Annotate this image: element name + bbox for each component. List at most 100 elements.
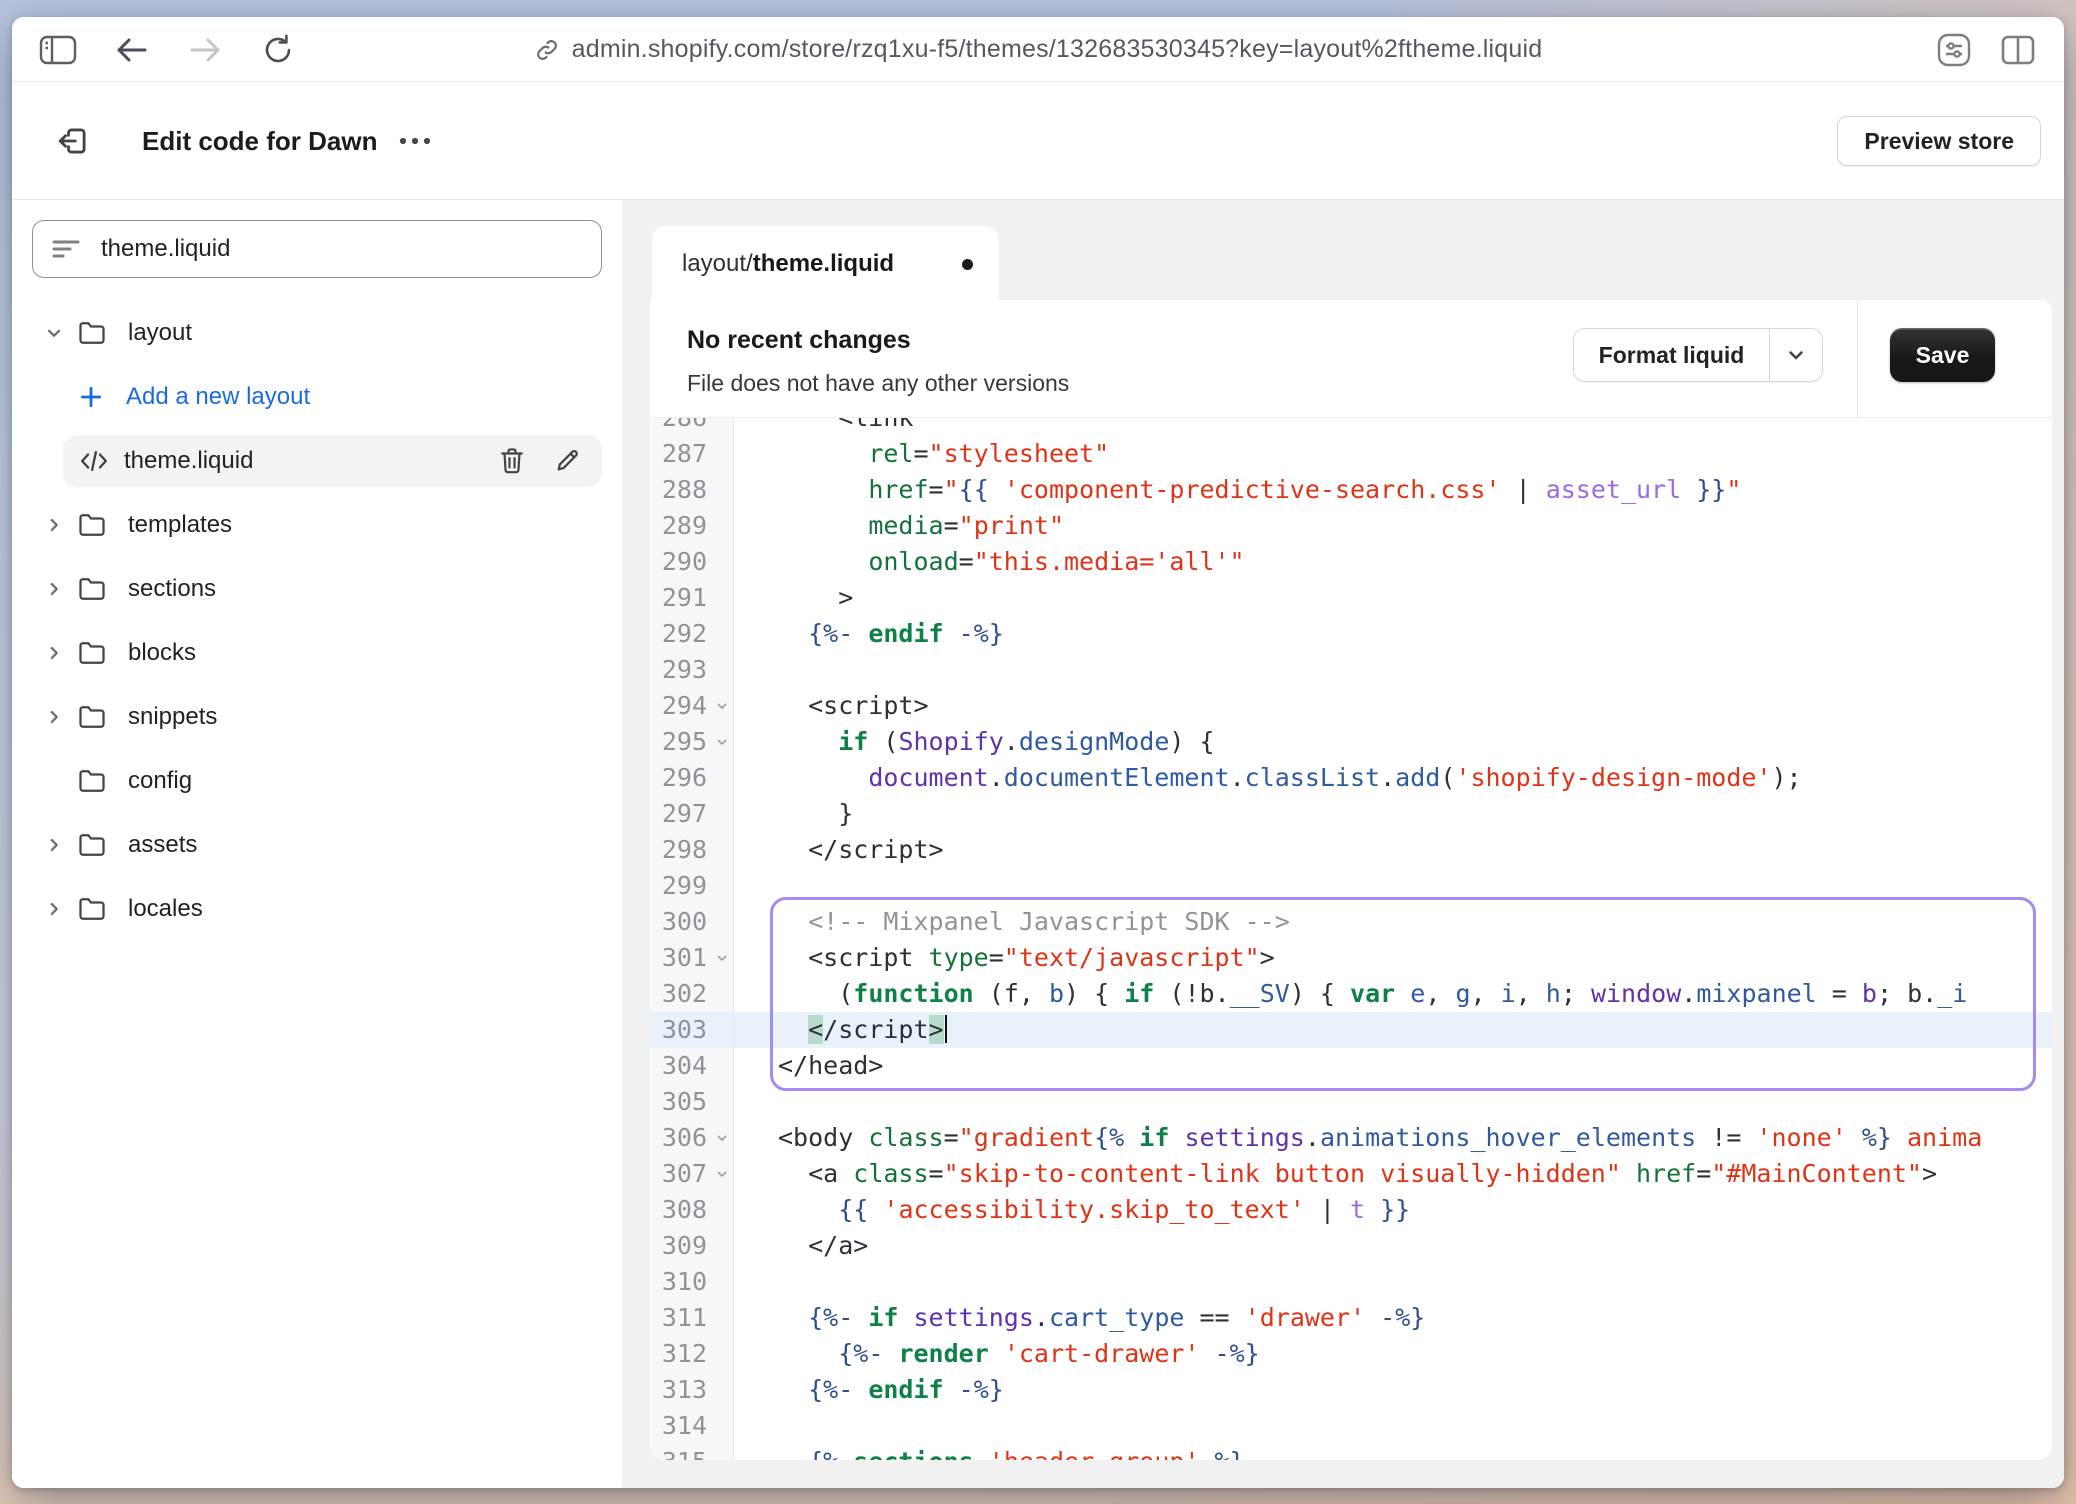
split-view-icon[interactable] <box>1998 17 2038 82</box>
url-text[interactable]: admin.shopify.com/store/rzq1xu-f5/themes… <box>572 35 1543 64</box>
code-text[interactable]: <body class="gradient{% if settings.anim… <box>734 1120 2052 1156</box>
code-text[interactable]: <script> <box>734 688 2052 724</box>
file-search-input[interactable]: theme.liquid <box>32 220 602 278</box>
code-line[interactable]: 304</head> <box>650 1048 2052 1084</box>
code-text[interactable]: (function (f, b) { if (!b.__SV) { var e,… <box>734 976 2052 1012</box>
preview-store-button[interactable]: Preview store <box>1837 116 2041 166</box>
code-line[interactable]: 290 onload="this.media='all'" <box>650 544 2052 580</box>
code-line[interactable]: 289 media="print" <box>650 508 2052 544</box>
code-text[interactable]: {%- endif -%} <box>734 616 2052 652</box>
chevron-right-icon[interactable] <box>42 578 66 600</box>
code-line[interactable]: 313 {%- endif -%} <box>650 1372 2052 1408</box>
code-line[interactable]: 314 <box>650 1408 2052 1444</box>
code-text[interactable]: {%- if settings.cart_type == 'drawer' -%… <box>734 1300 2052 1336</box>
fold-chevron-icon[interactable] <box>714 734 730 750</box>
rename-file-icon[interactable] <box>554 446 582 476</box>
code-text[interactable]: </script> <box>734 832 2052 868</box>
code-line[interactable]: 295 if (Shopify.designMode) { <box>650 724 2052 760</box>
sidebar-item-config[interactable]: config <box>32 749 602 813</box>
chevron-right-icon[interactable] <box>42 706 66 728</box>
delete-file-icon[interactable] <box>498 446 526 476</box>
sidebar-item-assets[interactable]: assets <box>32 813 602 877</box>
code-text[interactable]: onload="this.media='all'" <box>734 544 2052 580</box>
code-text[interactable]: <link <box>734 418 2052 436</box>
code-text[interactable]: {%- render 'cart-drawer' -%} <box>734 1336 2052 1372</box>
sidebar-item-locales[interactable]: locales <box>32 877 602 941</box>
code-line[interactable]: 288 href="{{ 'component-predictive-searc… <box>650 472 2052 508</box>
exit-editor-icon[interactable] <box>53 82 93 200</box>
code-line[interactable]: 294 <script> <box>650 688 2052 724</box>
browser-sidebar-toggle-icon[interactable] <box>38 17 78 82</box>
code-text[interactable]: media="print" <box>734 508 2052 544</box>
code-line[interactable]: 287 rel="stylesheet" <box>650 436 2052 472</box>
code-line[interactable]: 305 <box>650 1084 2052 1120</box>
format-liquid-button[interactable]: Format liquid <box>1573 328 1823 382</box>
save-button[interactable]: Save <box>1890 328 1995 382</box>
chevron-down-icon[interactable] <box>42 322 66 344</box>
reload-icon[interactable] <box>258 17 298 82</box>
code-line[interactable]: 315 {% sections 'header-group' %} <box>650 1444 2052 1460</box>
fold-chevron-icon[interactable] <box>714 698 730 714</box>
code-line[interactable]: 309 </a> <box>650 1228 2052 1264</box>
code-text[interactable]: document.documentElement.classList.add('… <box>734 760 2052 796</box>
address-bar[interactable]: admin.shopify.com/store/rzq1xu-f5/themes… <box>12 17 2064 82</box>
tab-theme-liquid[interactable]: layout/theme.liquid <box>652 226 999 302</box>
code-text[interactable] <box>734 652 2052 688</box>
sidebar-item-snippets[interactable]: snippets <box>32 685 602 749</box>
code-text[interactable]: > <box>734 580 2052 616</box>
file-row-theme.liquid[interactable]: theme.liquid <box>32 429 602 493</box>
sidebar-item-sections[interactable]: sections <box>32 557 602 621</box>
code-line[interactable]: 311 {%- if settings.cart_type == 'drawer… <box>650 1300 2052 1336</box>
code-line[interactable]: 301 <script type="text/javascript"> <box>650 940 2052 976</box>
code-text[interactable]: if (Shopify.designMode) { <box>734 724 2052 760</box>
file-item-selected[interactable]: theme.liquid <box>63 435 602 487</box>
fold-chevron-icon[interactable] <box>714 950 730 966</box>
fold-chevron-icon[interactable] <box>714 1130 730 1146</box>
more-menu-icon[interactable] <box>393 82 437 200</box>
code-text[interactable]: {% sections 'header-group' %} <box>734 1444 2052 1460</box>
sidebar-item-blocks[interactable]: blocks <box>32 621 602 685</box>
code-text[interactable]: {{ 'accessibility.skip_to_text' | t }} <box>734 1192 2052 1228</box>
code-line[interactable]: 299 <box>650 868 2052 904</box>
code-line[interactable]: 293 <box>650 652 2052 688</box>
chevron-right-icon[interactable] <box>42 834 66 856</box>
chevron-right-icon[interactable] <box>42 514 66 536</box>
code-line[interactable]: 298 </script> <box>650 832 2052 868</box>
code-text[interactable]: {%- endif -%} <box>734 1372 2052 1408</box>
code-text[interactable]: } <box>734 796 2052 832</box>
code-text[interactable]: </a> <box>734 1228 2052 1264</box>
code-line[interactable]: 310 <box>650 1264 2052 1300</box>
format-liquid-label[interactable]: Format liquid <box>1574 342 1769 369</box>
code-text[interactable]: </head> <box>734 1048 2052 1084</box>
code-text[interactable]: href="{{ 'component-predictive-search.cs… <box>734 472 2052 508</box>
code-line[interactable]: 308 {{ 'accessibility.skip_to_text' | t … <box>650 1192 2052 1228</box>
code-line[interactable]: 300 <!-- Mixpanel Javascript SDK --> <box>650 904 2052 940</box>
code-line[interactable]: 306<body class="gradient{% if settings.a… <box>650 1120 2052 1156</box>
chevron-right-icon[interactable] <box>42 642 66 664</box>
code-line[interactable]: 307 <a class="skip-to-content-link butto… <box>650 1156 2052 1192</box>
sidebar-item-layout[interactable]: layout <box>32 301 602 365</box>
forward-icon[interactable] <box>185 17 225 82</box>
code-text[interactable]: <script type="text/javascript"> <box>734 940 2052 976</box>
code-text[interactable]: <a class="skip-to-content-link button vi… <box>734 1156 2052 1192</box>
page-settings-icon[interactable] <box>1934 17 1974 82</box>
fold-chevron-icon[interactable] <box>714 1166 730 1182</box>
code-text[interactable] <box>734 868 2052 904</box>
code-line[interactable]: 303 </script> <box>650 1012 2052 1048</box>
code-editor[interactable]: 286 <link287 rel="stylesheet"288 href="{… <box>650 418 2052 1460</box>
code-line[interactable]: 286 <link <box>650 418 2052 436</box>
code-line[interactable]: 297 } <box>650 796 2052 832</box>
add-new-layout-button[interactable]: Add a new layout <box>32 365 602 429</box>
code-line[interactable]: 292 {%- endif -%} <box>650 616 2052 652</box>
code-text[interactable]: </script> <box>734 1012 2052 1048</box>
code-line[interactable]: 302 (function (f, b) { if (!b.__SV) { va… <box>650 976 2052 1012</box>
code-line[interactable]: 296 document.documentElement.classList.a… <box>650 760 2052 796</box>
code-text[interactable]: rel="stylesheet" <box>734 436 2052 472</box>
chevron-right-icon[interactable] <box>42 898 66 920</box>
sidebar-item-templates[interactable]: templates <box>32 493 602 557</box>
code-text[interactable]: <!-- Mixpanel Javascript SDK --> <box>734 904 2052 940</box>
code-text[interactable] <box>734 1084 2052 1120</box>
format-liquid-dropdown[interactable] <box>1769 329 1822 381</box>
code-line[interactable]: 291 > <box>650 580 2052 616</box>
code-text[interactable] <box>734 1264 2052 1300</box>
